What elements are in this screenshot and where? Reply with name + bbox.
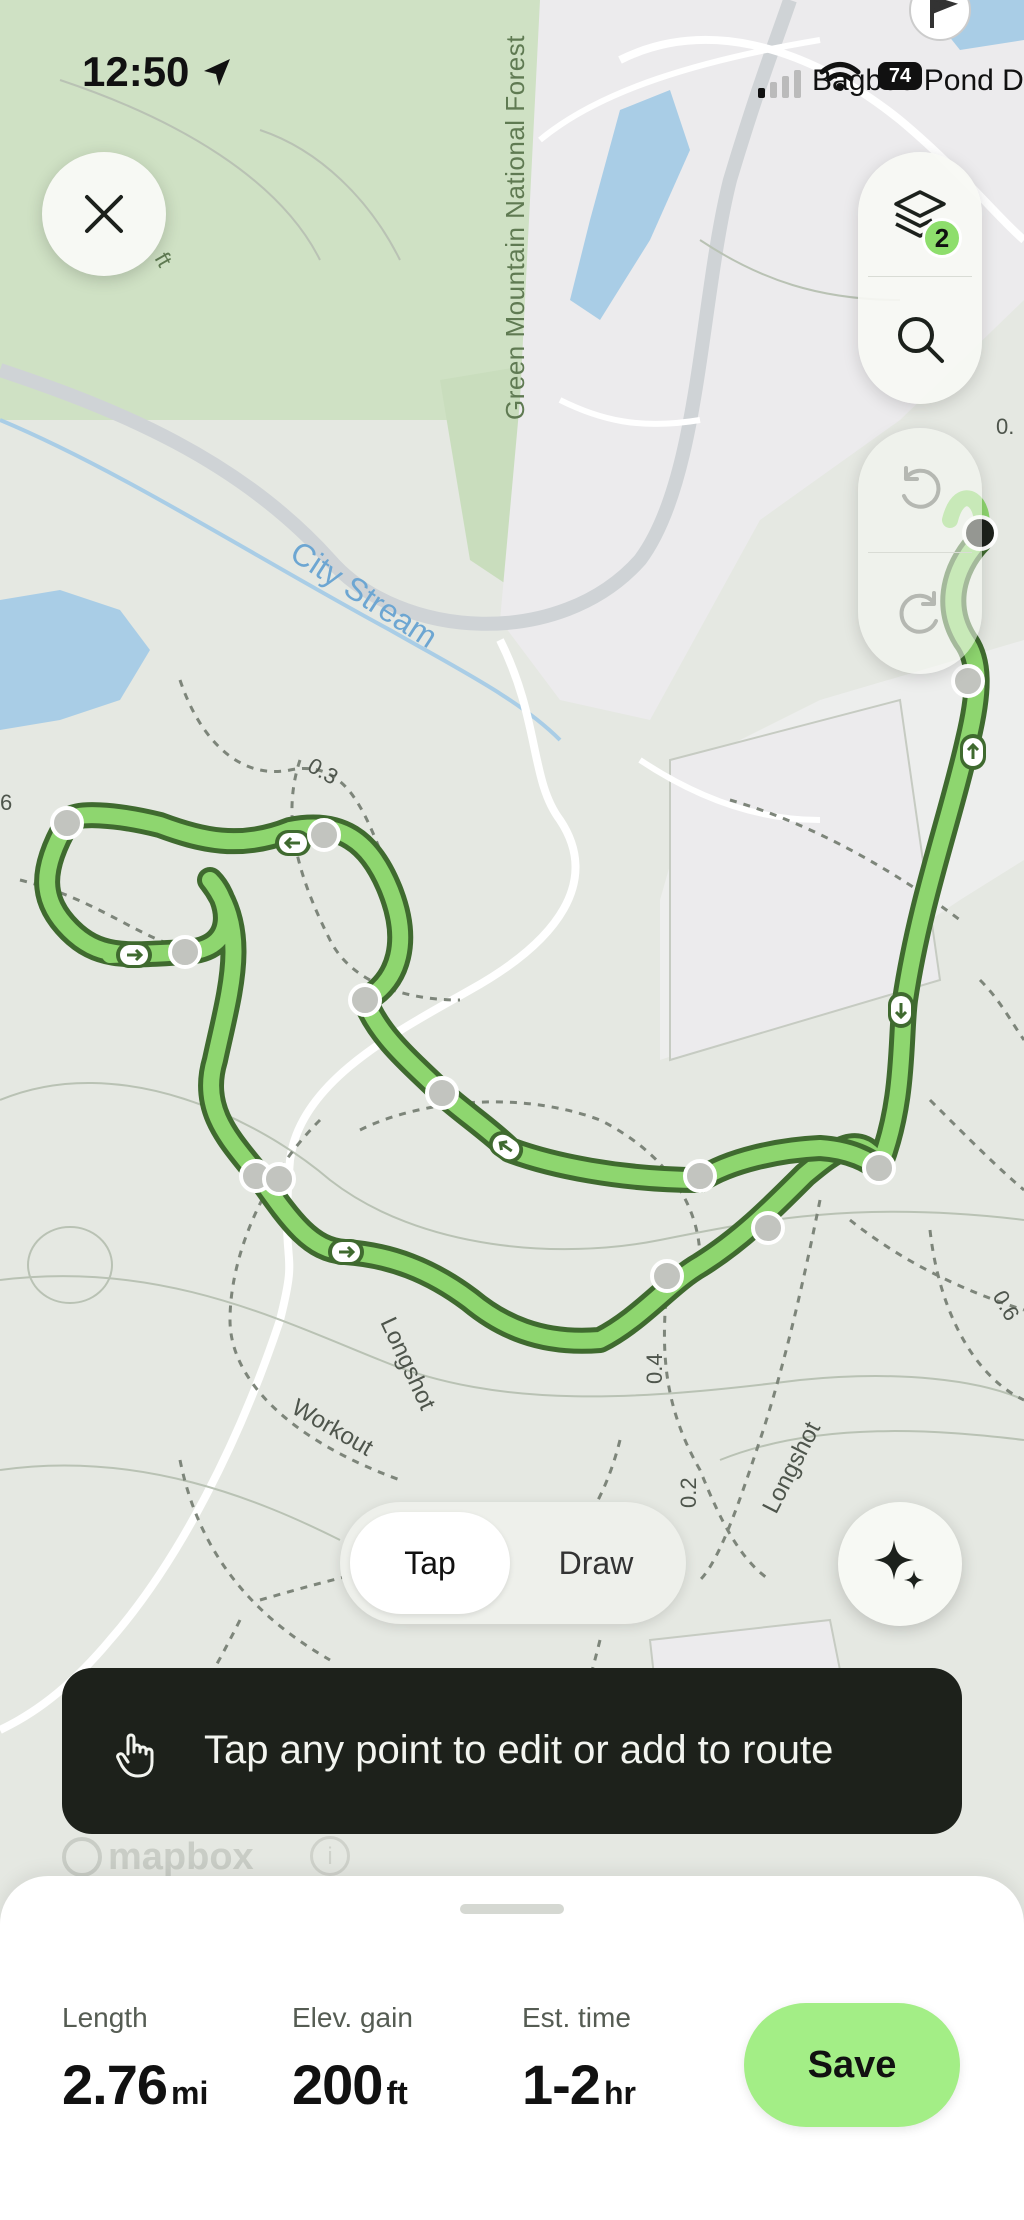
- stat-length-value: 2.76: [62, 2053, 168, 2116]
- waypoint: [307, 818, 341, 852]
- save-button[interactable]: Save: [744, 2003, 960, 2127]
- distance-label: 0.2: [676, 1477, 701, 1508]
- mode-draw-button[interactable]: Draw: [516, 1512, 676, 1614]
- history-controls-group: [858, 428, 982, 674]
- stat-length-unit: mi: [171, 2075, 209, 2111]
- waypoint: [650, 1259, 684, 1293]
- status-right: Bagbee Pond D 74: [756, 58, 1024, 98]
- waypoint: [50, 806, 84, 840]
- stat-time-unit: hr: [603, 2075, 636, 2111]
- waypoint: [683, 1159, 717, 1193]
- stat-elevation-unit: ft: [386, 2075, 408, 2111]
- undo-button[interactable]: [858, 428, 982, 552]
- close-button[interactable]: [42, 152, 166, 276]
- stat-elevation: Elev. gain 200 ft: [292, 2002, 413, 2117]
- mode-toggle: Tap Draw: [340, 1502, 686, 1624]
- distance-label: 0.: [996, 414, 1014, 439]
- map-controls-group: 2: [858, 152, 982, 404]
- stat-elevation-value: 200: [292, 2053, 383, 2116]
- distance-label: 0.4: [642, 1353, 667, 1384]
- route-summary-sheet: Length 2.76 mi Elev. gain 200 ft Est. time…: [0, 1876, 1024, 2220]
- waypoint: [168, 935, 202, 969]
- waypoint: [425, 1076, 459, 1110]
- sheet-drag-handle[interactable]: [460, 1904, 564, 1914]
- waypoint: [262, 1162, 296, 1196]
- sparkle-icon: [874, 1540, 924, 1590]
- ai-assist-button[interactable]: [838, 1502, 962, 1626]
- stat-elevation-label: Elev. gain: [292, 2002, 413, 2033]
- close-icon: [85, 195, 123, 233]
- waypoint: [348, 983, 382, 1017]
- undo-icon: [902, 466, 941, 509]
- stat-time: Est. time 1-2 hr: [522, 2002, 636, 2117]
- stat-length-label: Length: [62, 2002, 148, 2033]
- search-button[interactable]: [858, 277, 982, 401]
- stat-time-label: Est. time: [522, 2002, 631, 2033]
- redo-button[interactable]: [858, 553, 982, 674]
- wifi-icon: [819, 62, 861, 91]
- status-bar: 12:50 Bagbee Pond D 74: [0, 0, 1024, 150]
- layers-button[interactable]: 2: [858, 152, 982, 276]
- distance-label: 6: [0, 790, 12, 815]
- waypoint: [862, 1151, 896, 1185]
- redo-icon: [899, 591, 938, 634]
- stat-length: Length 2.76 mi: [62, 2002, 208, 2117]
- search-icon: [898, 317, 944, 363]
- cell-signal-icon: [758, 70, 801, 98]
- battery-icon: 74: [878, 62, 922, 90]
- mapbox-icon: [62, 1837, 102, 1877]
- mapbox-logo[interactable]: mapbox: [62, 1834, 254, 1880]
- location-arrow-icon: [204, 59, 230, 86]
- mapbox-logo-text: mapbox: [108, 1835, 254, 1878]
- status-time: 12:50: [82, 48, 190, 95]
- stat-time-value: 1-2: [522, 2053, 601, 2116]
- hand-pointer-icon: [116, 1733, 154, 1778]
- waypoint: [751, 1211, 785, 1245]
- layers-count-badge: 2: [922, 218, 962, 258]
- attribution-info-button[interactable]: i: [310, 1836, 350, 1876]
- hint-toast: Tap any point to edit or add to route: [62, 1668, 962, 1834]
- hint-toast-text: Tap any point to edit or add to route: [204, 1728, 834, 1772]
- mode-tap-button[interactable]: Tap: [350, 1512, 510, 1614]
